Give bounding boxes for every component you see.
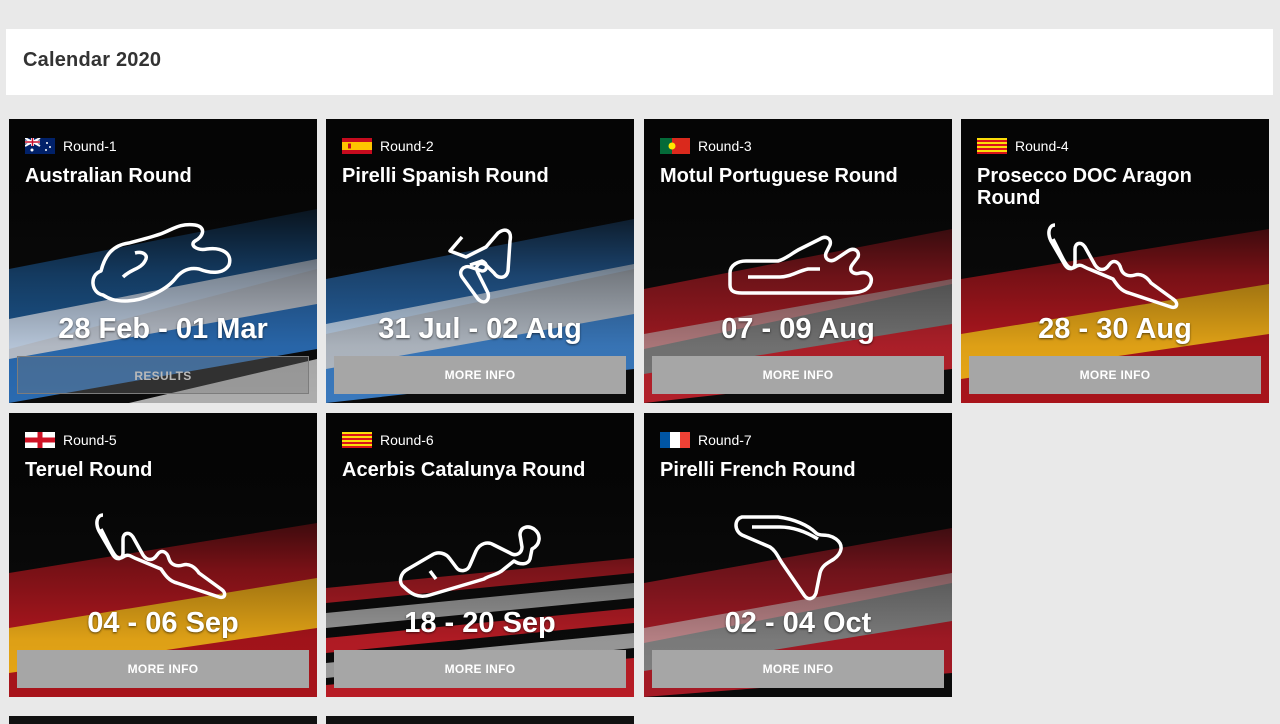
round-dates: 07 - 09 Aug (721, 313, 875, 345)
round-dates: 18 - 20 Sep (404, 607, 556, 639)
australia-flag-icon (25, 138, 55, 154)
round-name: Pirelli Spanish Round (342, 165, 549, 187)
catalunya-track-icon (398, 525, 541, 599)
round-label-row: Round-1 (25, 138, 117, 154)
round-label-row: Round-7 (660, 432, 752, 448)
round-card-2[interactable]: Round-2 Pirelli Spanish Round 31 Jul - 0… (326, 119, 634, 403)
round-label-row: Round-4 (977, 138, 1069, 154)
round-name: Motul Portuguese Round (660, 165, 898, 187)
round-label-row: Round-3 (660, 138, 752, 154)
more-info-button[interactable]: MORE INFO (969, 356, 1261, 394)
round-number: Round-1 (63, 138, 117, 154)
portimao-track-icon (728, 235, 873, 295)
round-dates: 04 - 06 Sep (87, 607, 239, 639)
aragon-track-icon (1047, 223, 1179, 310)
results-button[interactable]: RESULTS (17, 356, 309, 394)
aragon-flag-icon (977, 138, 1007, 154)
round-name: Pirelli French Round (660, 459, 856, 481)
more-info-button[interactable]: MORE INFO (334, 650, 626, 688)
round-number: Round-3 (698, 138, 752, 154)
more-info-button[interactable]: MORE INFO (652, 356, 944, 394)
england-flag-icon (25, 432, 55, 448)
round-card-1[interactable]: Round-1 Australian Round 28 Feb - 01 Mar… (9, 119, 317, 403)
round-name: Australian Round (25, 165, 192, 187)
next-round-card-edge (9, 716, 317, 724)
round-number: Round-6 (380, 432, 434, 448)
round-dates: 28 - 30 Aug (1038, 313, 1192, 345)
round-name: Prosecco DOC Aragon Round (977, 165, 1192, 209)
round-number: Round-5 (63, 432, 117, 448)
round-card-5[interactable]: Round-5 Teruel Round 04 - 06 Sep MORE IN… (9, 413, 317, 697)
round-dates: 02 - 04 Oct (724, 607, 872, 639)
round-label-row: Round-5 (25, 432, 117, 448)
round-number: Round-7 (698, 432, 752, 448)
round-dates: 28 Feb - 01 Mar (58, 313, 268, 345)
magny-cours-track-icon (734, 515, 843, 601)
france-flag-icon (660, 432, 690, 448)
round-label-row: Round-6 (342, 432, 434, 448)
spain-flag-icon (342, 138, 372, 154)
round-dates: 31 Jul - 02 Aug (378, 313, 582, 345)
round-number: Round-4 (1015, 138, 1069, 154)
round-card-4[interactable]: Round-4 Prosecco DOC Aragon Round 28 - 3… (961, 119, 1269, 403)
round-label-row: Round-2 (342, 138, 434, 154)
portugal-flag-icon (660, 138, 690, 154)
more-info-button[interactable]: MORE INFO (334, 356, 626, 394)
phillip-island-track-icon (91, 222, 232, 303)
round-number: Round-2 (380, 138, 434, 154)
next-round-card-edge (326, 716, 634, 724)
more-info-button[interactable]: MORE INFO (17, 650, 309, 688)
round-card-3[interactable]: Round-3 Motul Portuguese Round 07 - 09 A… (644, 119, 952, 403)
jerez-track-icon (448, 228, 513, 304)
round-card-6[interactable]: Round-6 Acerbis Catalunya Round 18 - 20 … (326, 413, 634, 697)
round-name: Teruel Round (25, 459, 153, 481)
catalonia-flag-icon (342, 432, 372, 448)
round-name: Acerbis Catalunya Round (342, 459, 586, 481)
aragon-track-icon (95, 513, 227, 600)
round-card-7[interactable]: Round-7 Pirelli French Round 02 - 04 Oct… (644, 413, 952, 697)
more-info-button[interactable]: MORE INFO (652, 650, 944, 688)
rounds-grid: Round-1 Australian Round 28 Feb - 01 Mar… (0, 0, 1280, 724)
